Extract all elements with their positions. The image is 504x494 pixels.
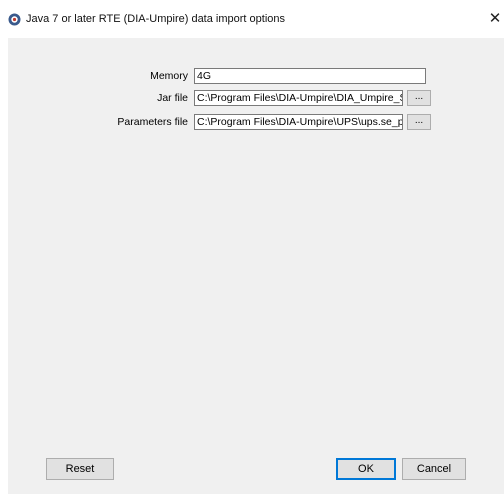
reset-button[interactable]: Reset xyxy=(46,458,114,480)
dialog-window: Java 7 or later RTE (DIA-Umpire) data im… xyxy=(0,0,504,494)
parameters-file-label: Parameters file xyxy=(117,116,188,128)
app-icon xyxy=(8,13,21,26)
close-icon[interactable]: ✕ xyxy=(486,9,504,29)
cancel-button[interactable]: Cancel xyxy=(402,458,466,480)
jar-file-browse-button[interactable]: ... xyxy=(407,90,431,106)
memory-input[interactable]: 4G xyxy=(194,68,426,84)
title-bar[interactable]: Java 7 or later RTE (DIA-Umpire) data im… xyxy=(0,0,504,38)
ok-button[interactable]: OK xyxy=(336,458,396,480)
parameters-file-browse-button[interactable]: ... xyxy=(407,114,431,130)
window-title: Java 7 or later RTE (DIA-Umpire) data im… xyxy=(26,13,285,25)
parameters-file-input[interactable]: C:\Program Files\DIA-Umpire\UPS\ups.se_p… xyxy=(194,114,403,130)
memory-label: Memory xyxy=(150,70,188,82)
jar-file-label: Jar file xyxy=(157,92,188,104)
dialog-body: Memory 4G Jar file C:\Program Files\DIA-… xyxy=(8,38,504,494)
jar-file-input[interactable]: C:\Program Files\DIA-Umpire\DIA_Umpire_S… xyxy=(194,90,403,106)
